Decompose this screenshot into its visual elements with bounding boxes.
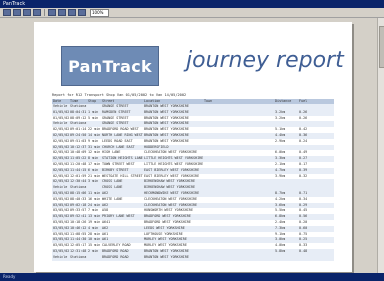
search-icon[interactable] [68, 9, 76, 16]
last-page-icon[interactable] [33, 9, 41, 16]
first-page-icon[interactable] [3, 9, 11, 16]
pantrack-logo: PanTrack [61, 46, 159, 86]
table-cell: Vehicle [53, 254, 68, 259]
report-title: journey report [186, 48, 344, 73]
title-bar: PanTrack [0, 0, 384, 8]
status-text: Ready [3, 274, 16, 279]
logo-text: PanTrack [68, 56, 152, 76]
scrollbar-thumb[interactable] [379, 26, 384, 68]
table-cell [274, 255, 298, 261]
window-title: PanTrack [3, 1, 26, 7]
next-page-icon[interactable] [23, 9, 31, 16]
close-icon[interactable] [78, 9, 86, 16]
export-icon[interactable] [58, 9, 66, 16]
status-bar: Ready [0, 273, 384, 281]
report-header: PanTrack journey report [46, 46, 344, 86]
table-cell [87, 255, 101, 261]
table-row: VehicleStationary BRADFORD ROAD BRANTON WE… [52, 254, 334, 261]
prev-page-icon[interactable] [13, 9, 21, 16]
table-cell: Stationary [70, 254, 87, 259]
journey-table: Date Time Stop Street Location Town Distance Fu… [52, 99, 334, 261]
toolbar-divider [44, 9, 45, 16]
table-cell [203, 255, 274, 261]
zoom-select[interactable]: 100% [90, 8, 109, 17]
toolbar: 100% [0, 8, 384, 18]
vertical-scrollbar[interactable] [377, 18, 384, 273]
print-icon[interactable] [48, 9, 56, 16]
table-cell [298, 255, 312, 261]
table-body: VehicleStationaryGRANGE STREETBRANTON WE… [52, 104, 334, 261]
table-cell: BRADFORD ROAD [102, 254, 129, 259]
table-cell: BRANTON WEST YORKSHIRE [144, 254, 189, 259]
report-subtitle: Report for R12 Transport Shop Van 01/05/… [52, 93, 187, 97]
report-page: PanTrack journey report Report for R12 T… [34, 22, 352, 272]
